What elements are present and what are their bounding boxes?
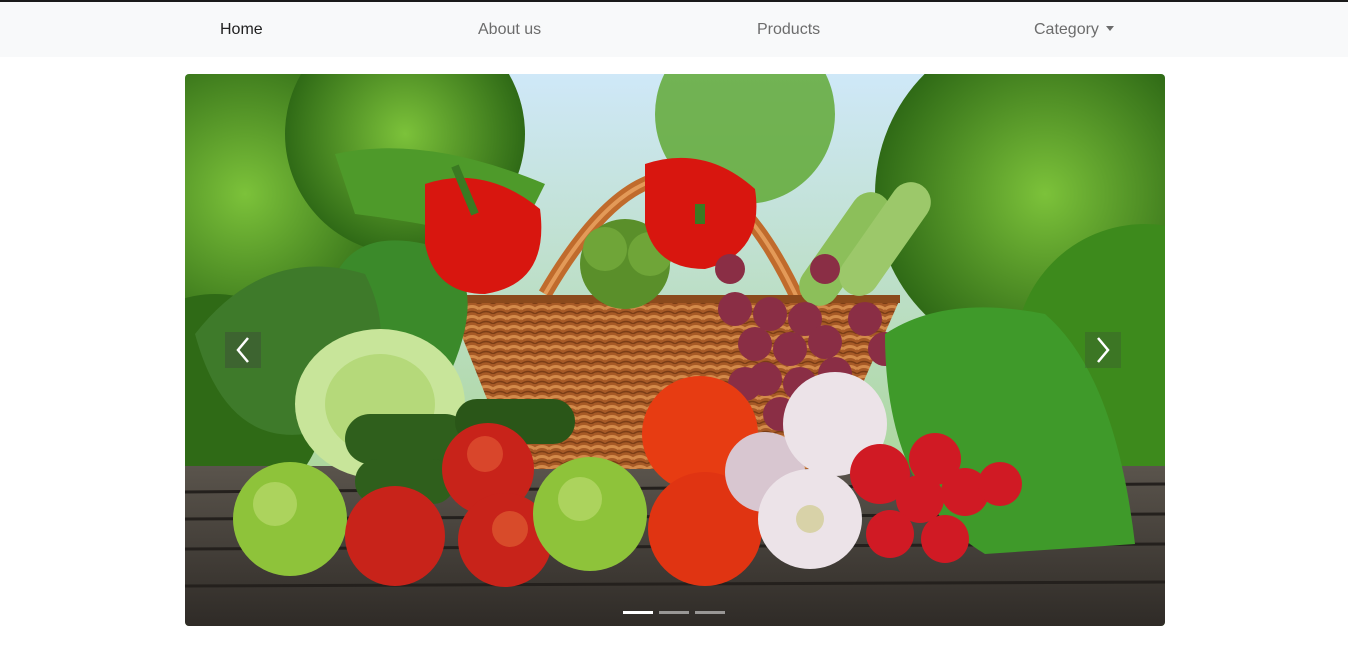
nav-category-label: Category	[1034, 21, 1099, 38]
chevron-left-icon	[236, 337, 249, 363]
carousel-indicator-2[interactable]	[659, 611, 689, 614]
nav-home-link[interactable]: Home	[220, 2, 263, 57]
carousel-next-button[interactable]	[1085, 332, 1121, 368]
image-carousel	[185, 74, 1165, 626]
carousel-indicator-3[interactable]	[695, 611, 725, 614]
nav-products-link[interactable]: Products	[757, 2, 820, 57]
carousel-indicators	[623, 611, 725, 617]
carousel-slide-vegetables-image	[185, 74, 1165, 626]
caret-down-icon	[1105, 26, 1114, 31]
carousel-prev-button[interactable]	[225, 332, 261, 368]
chevron-right-icon	[1097, 337, 1110, 363]
nav-about-link[interactable]: About us	[478, 2, 541, 57]
navbar: Home About us Products Category	[0, 2, 1348, 57]
carousel-indicator-1[interactable]	[623, 611, 653, 614]
nav-category-dropdown[interactable]: Category	[1034, 2, 1114, 57]
